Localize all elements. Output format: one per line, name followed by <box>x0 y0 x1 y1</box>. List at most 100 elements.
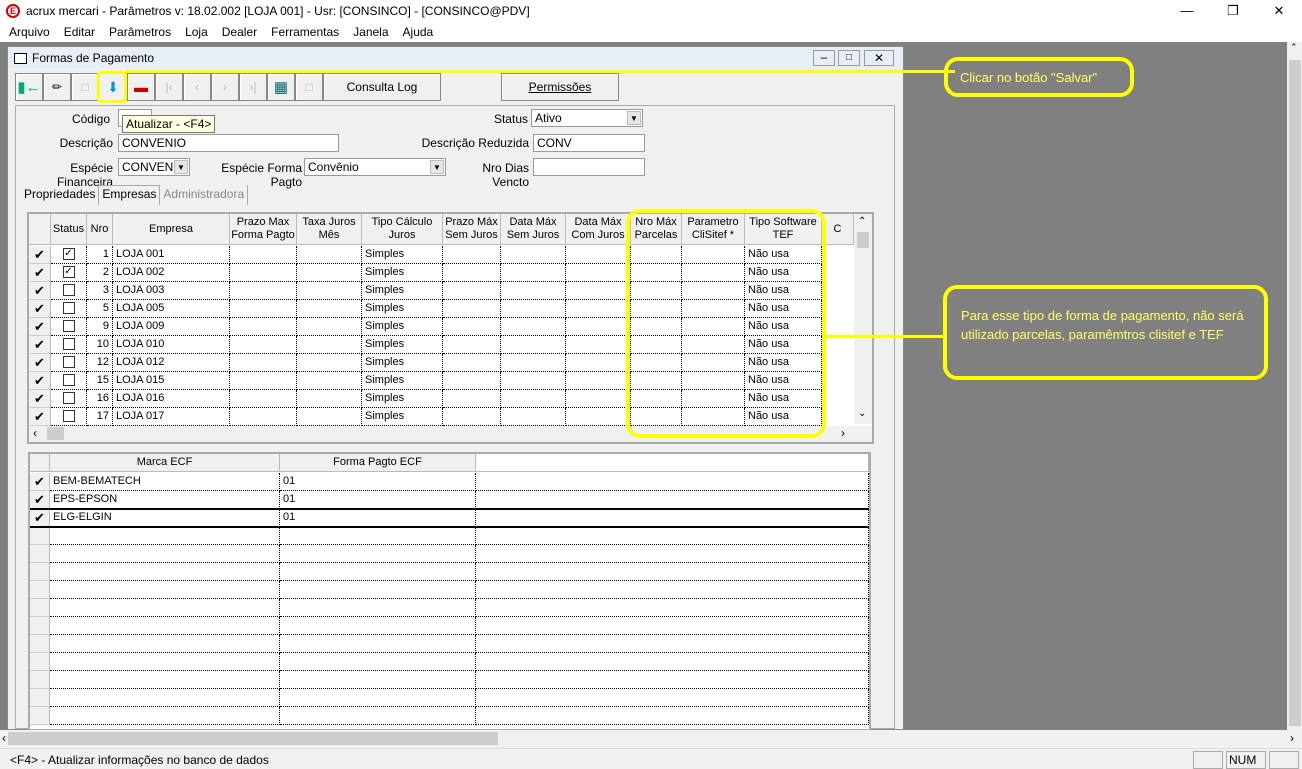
window-minimize-button[interactable]: – <box>813 50 835 66</box>
nro-cell[interactable]: 5 <box>87 300 113 318</box>
tab-empresas[interactable]: Empresas <box>98 185 161 205</box>
nro-cell[interactable]: 9 <box>87 318 113 336</box>
menu-dealer[interactable]: Dealer <box>215 25 264 39</box>
column-header[interactable]: Status <box>51 214 87 245</box>
status-checkbox[interactable] <box>62 338 75 351</box>
marca-ecf-cell[interactable] <box>50 671 280 689</box>
empresa-cell[interactable]: LOJA 015 <box>113 372 230 390</box>
nro-cell[interactable]: 15 <box>87 372 113 390</box>
grid-cell[interactable] <box>501 318 566 336</box>
descricao-reduzida-input[interactable]: CONV <box>533 134 645 152</box>
nro-cell[interactable]: 17 <box>87 408 113 426</box>
grid-cell[interactable] <box>443 354 501 372</box>
grid-cell[interactable] <box>501 390 566 408</box>
grid-cell[interactable] <box>297 282 362 300</box>
empresa-cell[interactable]: LOJA 002 <box>113 264 230 282</box>
tab-administradora[interactable]: Administradora <box>160 185 249 205</box>
status-checkbox-cell[interactable] <box>51 408 87 426</box>
status-checkbox-cell[interactable] <box>51 336 87 354</box>
column-header[interactable]: Data Máx Sem Juros <box>501 214 566 245</box>
edit-button[interactable]: □ <box>295 73 323 101</box>
marca-ecf-cell[interactable] <box>50 653 280 671</box>
marca-ecf-cell[interactable]: ELG-ELGIN <box>50 509 280 527</box>
grid-cell[interactable] <box>476 491 869 509</box>
grid-cell[interactable]: Simples <box>362 408 443 426</box>
status-checkbox-cell[interactable] <box>51 390 87 408</box>
tab-propriedades[interactable]: Propriedades <box>21 185 98 205</box>
column-header[interactable]: Marca ECF <box>50 454 280 472</box>
menu-ajuda[interactable]: Ajuda <box>396 25 441 39</box>
marca-ecf-cell[interactable] <box>50 545 280 563</box>
status-checkbox[interactable] <box>62 374 75 387</box>
grid-cell[interactable] <box>501 336 566 354</box>
grid-vertical-scrollbar[interactable]: ⌃ ⌄ <box>854 214 872 424</box>
column-header[interactable]: Forma Pagto ECF <box>280 454 476 472</box>
status-checkbox-cell[interactable] <box>51 318 87 336</box>
forma-pagto-ecf-cell[interactable] <box>280 545 476 563</box>
grid-cell[interactable] <box>297 354 362 372</box>
grid-cell[interactable] <box>476 527 869 545</box>
grid-cell[interactable] <box>566 318 631 336</box>
status-checkbox-cell[interactable]: ✓ <box>51 264 87 282</box>
grid-cell[interactable] <box>297 300 362 318</box>
grid-cell[interactable] <box>297 336 362 354</box>
grid-cell[interactable] <box>501 408 566 426</box>
forma-pagto-ecf-cell[interactable] <box>280 707 476 725</box>
grid-cell[interactable] <box>443 372 501 390</box>
column-header[interactable]: Tipo Cálculo Juros <box>362 214 443 245</box>
consulta-log-button[interactable]: Consulta Log <box>323 73 441 101</box>
grid-button[interactable]: ▦ <box>267 73 295 101</box>
forma-pagto-ecf-cell[interactable] <box>280 527 476 545</box>
grid-cell[interactable] <box>230 246 297 264</box>
grid-cell[interactable] <box>501 300 566 318</box>
close-button[interactable]: ✕ <box>1256 0 1302 22</box>
exit-button[interactable]: ▮← <box>15 73 43 101</box>
grid-cell[interactable] <box>566 372 631 390</box>
nro-cell[interactable]: 3 <box>87 282 113 300</box>
status-checkbox[interactable] <box>62 356 75 369</box>
empresa-cell[interactable]: LOJA 017 <box>113 408 230 426</box>
grid-cell[interactable] <box>230 300 297 318</box>
menu-parâmetros[interactable]: Parâmetros <box>102 25 178 39</box>
first-record-button[interactable]: |‹ <box>155 73 183 101</box>
marca-ecf-cell[interactable] <box>50 635 280 653</box>
grid-cell[interactable] <box>566 408 631 426</box>
column-header[interactable]: Prazo Máx Sem Juros <box>443 214 501 245</box>
empresa-cell[interactable]: LOJA 009 <box>113 318 230 336</box>
window-close-button[interactable]: ✕ <box>864 50 894 66</box>
grid-cell[interactable] <box>566 246 631 264</box>
delete-button[interactable]: ▬ <box>127 73 155 101</box>
nro-dias-vencto-input[interactable] <box>533 158 645 176</box>
menu-janela[interactable]: Janela <box>346 25 395 39</box>
scroll-right-icon[interactable]: › <box>1290 731 1294 745</box>
status-checkbox-cell[interactable] <box>51 372 87 390</box>
grid-cell[interactable] <box>501 246 566 264</box>
status-checkbox[interactable] <box>62 284 75 297</box>
empresa-cell[interactable]: LOJA 005 <box>113 300 230 318</box>
grid-cell[interactable] <box>476 617 869 635</box>
grid-cell[interactable] <box>230 408 297 426</box>
grid-cell[interactable] <box>476 563 869 581</box>
forma-pagto-ecf-cell[interactable] <box>280 635 476 653</box>
status-checkbox[interactable] <box>62 392 75 405</box>
grid-cell[interactable] <box>566 264 631 282</box>
grid-cell[interactable] <box>230 372 297 390</box>
forma-pagto-ecf-cell[interactable] <box>280 599 476 617</box>
grid-cell[interactable] <box>297 246 362 264</box>
status-checkbox-cell[interactable] <box>51 354 87 372</box>
forma-pagto-ecf-cell[interactable] <box>280 689 476 707</box>
grid-cell[interactable] <box>501 372 566 390</box>
minimize-button[interactable]: — <box>1164 0 1210 22</box>
insert-button[interactable]: □ <box>71 73 99 101</box>
grid-cell[interactable] <box>566 354 631 372</box>
column-header[interactable]: Taxa Juros Mês <box>297 214 362 245</box>
marca-ecf-cell[interactable] <box>50 527 280 545</box>
grid-cell[interactable] <box>476 581 869 599</box>
marca-ecf-cell[interactable] <box>50 707 280 725</box>
column-header[interactable]: Nro <box>87 214 113 245</box>
window-restore-button[interactable]: □ <box>838 50 860 66</box>
forma-pagto-ecf-cell[interactable] <box>280 617 476 635</box>
forma-pagto-ecf-cell[interactable]: 01 <box>280 491 476 509</box>
grid-cell[interactable] <box>566 300 631 318</box>
grid-cell[interactable] <box>443 264 501 282</box>
